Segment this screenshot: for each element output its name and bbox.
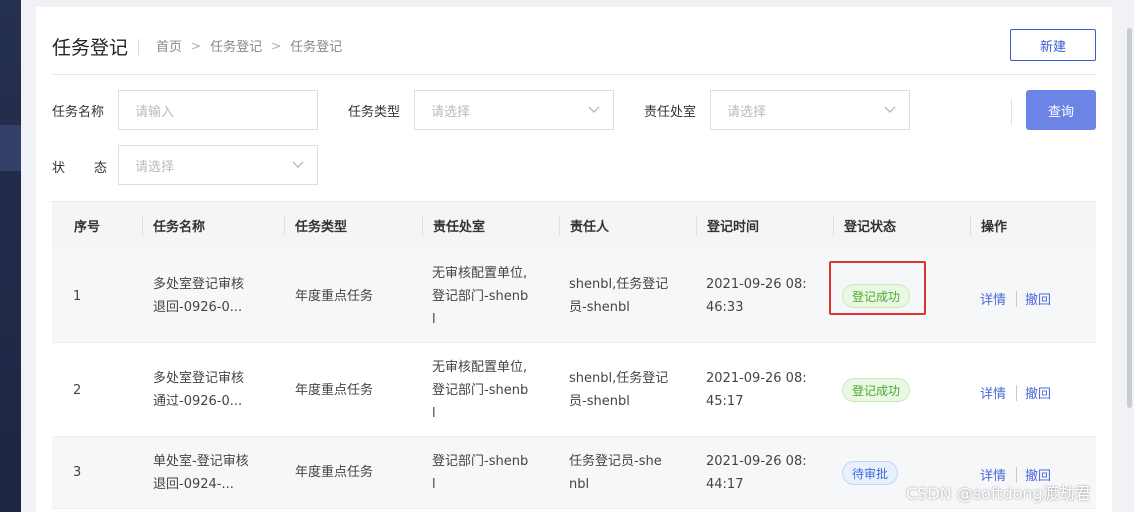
task-table: 序号 任务名称 任务类型 责任处室 责任人 登记时间 登记状态 操作 1 多处室… — [52, 201, 1096, 509]
chevron-down-icon — [588, 106, 600, 113]
table-header: 序号 任务名称 任务类型 责任处室 责任人 登记时间 登记状态 操作 — [52, 201, 1096, 249]
status-label-part-2: 态 — [94, 161, 108, 176]
task-name-input[interactable]: 请输入 — [118, 90, 318, 130]
revoke-link[interactable]: 撤回 — [1025, 289, 1051, 308]
person-line-2: 员-shenbl — [569, 300, 630, 315]
detail-link[interactable]: 详情 — [980, 383, 1006, 402]
task-name-placeholder: 请输入 — [135, 104, 175, 120]
task-type-select[interactable]: 请选择 — [414, 90, 614, 130]
row-index: 2 — [73, 383, 82, 398]
scrollbar-thumb[interactable] — [1127, 28, 1132, 408]
status-label-part-1: 状 — [52, 161, 66, 176]
title-divider — [138, 39, 139, 55]
time-line-1: 2021-09-26 08: — [706, 277, 807, 292]
office-line-2: l — [432, 477, 436, 492]
highlight-annotation-box — [829, 261, 926, 315]
column-header-task-type: 任务类型 — [295, 220, 348, 235]
main-card: 任务登记 首页 > 任务登记 > 任务登记 新建 任务名称 请输入 任务类型 请… — [36, 7, 1112, 512]
page-title: 任务登记 — [52, 37, 129, 59]
new-button[interactable]: 新建 — [1010, 29, 1096, 61]
column-header-index: 序号 — [74, 220, 101, 235]
breadcrumb: 首页 > 任务登记 > 任务登记 — [156, 36, 343, 56]
task-type: 年度重点任务 — [295, 465, 374, 480]
chevron-right-icon: > — [271, 38, 282, 53]
task-name-line-2: 通过-0926-0... — [153, 394, 243, 409]
time-line-1: 2021-09-26 08: — [706, 454, 807, 469]
task-name-line-1: 多处室登记审核 — [153, 277, 245, 292]
breadcrumb-level-1[interactable]: 任务登记 — [210, 36, 262, 55]
office-line-1: 无审核配置单位, — [432, 360, 528, 375]
breadcrumb-current: 任务登记 — [290, 40, 343, 55]
responsible-office-select[interactable]: 请选择 — [710, 90, 910, 130]
office-line-1: 登记部门-shenb — [432, 454, 529, 469]
filter-divider — [1011, 99, 1012, 125]
task-name-line-1: 多处室登记审核 — [153, 371, 245, 386]
page-header: 任务登记 首页 > 任务登记 > 任务登记 新建 — [52, 25, 1096, 75]
office-line-3: l — [432, 312, 436, 327]
column-header-task-name: 任务名称 — [153, 220, 206, 235]
time-line-2: 45:17 — [706, 394, 744, 409]
responsible-office-placeholder: 请选择 — [727, 104, 767, 120]
responsible-office-label: 责任处室 — [644, 105, 697, 120]
status-placeholder: 请选择 — [135, 159, 175, 175]
watermark: CSDN @softdong渡劫君 — [906, 484, 1091, 503]
task-name-line-1: 单处室-登记审核 — [153, 454, 249, 469]
task-name-line-2: 退回-0924-... — [153, 477, 234, 492]
column-divider — [696, 216, 697, 236]
column-divider — [284, 216, 285, 236]
status-select[interactable]: 请选择 — [118, 145, 318, 185]
status-badge: 待审批 — [842, 461, 899, 485]
time-line-2: 44:17 — [706, 477, 744, 492]
column-divider — [833, 216, 834, 236]
column-header-actions: 操作 — [981, 220, 1008, 235]
time-line-2: 46:33 — [706, 300, 744, 315]
person-line-1: 任务登记员-she — [569, 454, 662, 469]
chevron-down-icon — [292, 161, 304, 168]
office-line-1: 无审核配置单位, — [432, 266, 528, 281]
column-divider — [422, 216, 423, 236]
row-index: 3 — [73, 465, 82, 480]
column-header-person: 责任人 — [570, 220, 610, 235]
person-line-1: shenbl,任务登记 — [569, 371, 669, 386]
sidebar-active-item[interactable] — [0, 125, 21, 171]
person-line-2: 员-shenbl — [569, 394, 630, 409]
person-line-1: shenbl,任务登记 — [569, 277, 669, 292]
task-name-label: 任务名称 — [52, 105, 105, 120]
status-badge: 登记成功 — [842, 378, 911, 402]
action-divider — [1016, 291, 1017, 307]
revoke-link[interactable]: 撤回 — [1025, 383, 1051, 402]
time-line-1: 2021-09-26 08: — [706, 371, 807, 386]
office-line-3: l — [432, 406, 436, 421]
breadcrumb-home[interactable]: 首页 — [156, 36, 182, 55]
office-line-2: 登记部门-shenb — [432, 289, 529, 304]
task-type: 年度重点任务 — [295, 383, 374, 398]
person-line-2: nbl — [569, 477, 590, 492]
query-button[interactable]: 查询 — [1026, 90, 1096, 130]
chevron-right-icon: > — [191, 38, 202, 53]
column-header-status: 登记状态 — [844, 220, 897, 235]
detail-link[interactable]: 详情 — [980, 289, 1006, 308]
app-sidebar-edge — [0, 0, 21, 512]
task-type-label: 任务类型 — [348, 105, 401, 120]
column-divider — [559, 216, 560, 236]
column-header-time: 登记时间 — [707, 220, 760, 235]
column-header-office: 责任处室 — [433, 220, 486, 235]
task-type: 年度重点任务 — [295, 289, 374, 304]
column-divider — [970, 216, 971, 236]
task-name-line-2: 退回-0926-0... — [153, 300, 243, 315]
table-row: 2 多处室登记审核 通过-0926-0... 年度重点任务 无审核配置单位, 登… — [52, 343, 1096, 437]
column-divider — [142, 216, 143, 236]
office-line-2: 登记部门-shenb — [432, 383, 529, 398]
task-type-placeholder: 请选择 — [431, 104, 471, 120]
table-row: 1 多处室登记审核 退回-0926-0... 年度重点任务 无审核配置单位, 登… — [52, 249, 1096, 343]
chevron-down-icon — [884, 106, 896, 113]
action-divider — [1016, 385, 1017, 401]
row-index: 1 — [73, 289, 82, 304]
